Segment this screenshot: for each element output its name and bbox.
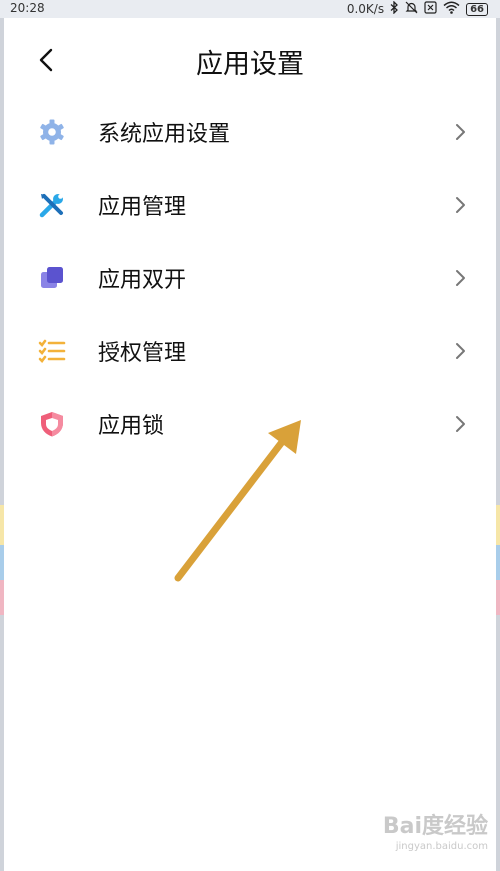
status-time: 20:28 (10, 1, 45, 15)
edge-stripe (496, 505, 500, 545)
menu-item-permission-management[interactable]: 授权管理 (0, 314, 500, 387)
menu-item-app-lock[interactable]: 应用锁 (0, 387, 500, 460)
bluetooth-icon (390, 0, 399, 17)
tools-icon (37, 190, 67, 220)
edge-stripe (0, 505, 4, 545)
battery-indicator: 66 (466, 2, 488, 16)
watermark-url: jingyan.baidu.com (395, 841, 488, 852)
menu-item-dual-apps[interactable]: 应用双开 (0, 241, 500, 314)
edge-stripe (496, 545, 500, 580)
chevron-right-icon (456, 269, 465, 286)
settings-menu: 系统应用设置 应用管理 应用双开 授权管理 应用锁 (0, 95, 500, 460)
menu-item-label: 授权管理 (98, 340, 187, 366)
header: 应用设置 (0, 38, 500, 82)
menu-item-label: 应用双开 (98, 267, 187, 293)
watermark: Bai度经验 jingyan.baidu.com (382, 814, 488, 857)
menu-item-app-management[interactable]: 应用管理 (0, 168, 500, 241)
dual-app-icon (37, 263, 67, 293)
wifi-icon (443, 1, 460, 17)
menu-item-label: 应用锁 (98, 413, 165, 439)
mute-bell-icon (405, 1, 418, 17)
status-icons: 0.0K/s 66 (347, 0, 488, 18)
edge-stripe (0, 545, 4, 580)
no-sim-icon (424, 1, 437, 17)
status-bar: 20:28 0.0K/s 66 (0, 0, 500, 18)
chevron-right-icon (456, 342, 465, 359)
menu-item-label: 应用管理 (98, 194, 187, 220)
edge-stripe (496, 580, 500, 615)
checklist-icon (37, 336, 67, 366)
menu-item-system-app-settings[interactable]: 系统应用设置 (0, 95, 500, 168)
gear-icon (37, 117, 67, 147)
chevron-right-icon (456, 415, 465, 432)
edge-stripe (0, 580, 4, 615)
chevron-right-icon (456, 123, 465, 140)
shield-icon (37, 409, 67, 439)
menu-item-label: 系统应用设置 (98, 121, 231, 147)
watermark-brand: Bai度经验 (382, 814, 488, 839)
page-title: 应用设置 (196, 49, 304, 80)
net-speed: 0.0K/s (346, 2, 385, 16)
chevron-right-icon (456, 196, 465, 213)
